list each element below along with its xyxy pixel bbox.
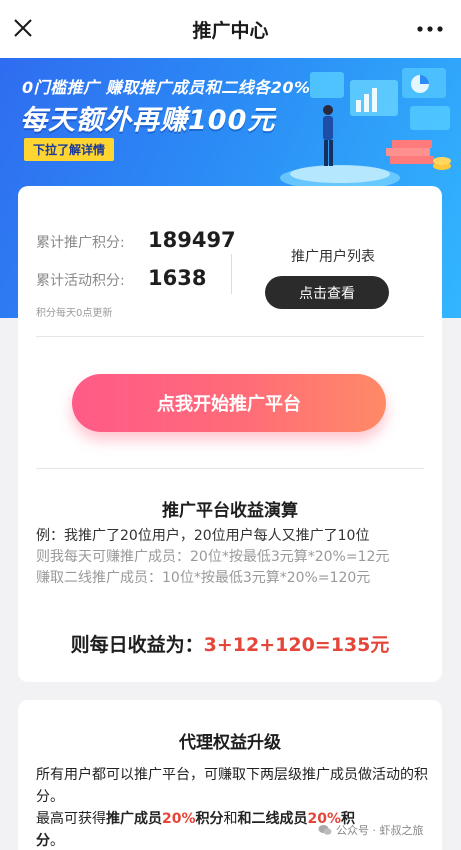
- calc-example-line: 例：我推广了20位用户，20位用户每人又推广了10位: [36, 528, 370, 544]
- start-promotion-button[interactable]: 点我开始推广平台: [72, 374, 386, 432]
- points-stats: 累计推广积分: 189497 累计活动积分: 1638: [36, 228, 236, 304]
- total-promo-points-label: 累计推广积分:: [36, 235, 125, 251]
- stats-divider: [231, 254, 232, 294]
- daily-earnings-total: 则每日收益为：3+12+120=135元: [18, 630, 442, 657]
- agent-paragraph-1: 所有用户都可以推广平台，可赚取下两层级推广成员做活动的积分。: [36, 767, 428, 805]
- p2-bold: 分: [36, 833, 50, 849]
- p2-bold: 积分: [195, 811, 224, 827]
- total-label: 则每日收益为：: [70, 634, 204, 656]
- earnings-calc-text: 例：我推广了20位用户，20位用户每人又推广了10位 则我每天可赚推广成员：20…: [36, 526, 428, 589]
- page-title: 推广中心: [192, 19, 269, 42]
- p2-text: 。: [50, 833, 64, 849]
- p2-bold: 推广成员: [106, 811, 162, 827]
- top-nav-bar: 推广中心: [0, 0, 461, 58]
- points-update-note: 积分每天0点更新: [36, 308, 113, 319]
- p2-text: 和: [223, 811, 238, 827]
- promotion-card: 累计推广积分: 189497 累计活动积分: 1638 积分每天0点更新 推广用…: [18, 186, 442, 682]
- total-activity-points-value: 1638: [148, 266, 207, 290]
- watermark-text: 公众号 · 虾叔之旅: [336, 824, 424, 837]
- total-promo-points-value: 189497: [148, 228, 236, 252]
- more-icon[interactable]: [417, 26, 443, 32]
- total-value: 3+12+120=135元: [203, 634, 390, 656]
- view-users-button[interactable]: 点击查看: [265, 276, 389, 309]
- calc-second-level-line: 赚取二线推广成员：10位*按最低3元算*20%=120元: [36, 570, 371, 586]
- divider: [36, 468, 424, 469]
- close-icon[interactable]: [12, 17, 34, 39]
- banner-headline: 每天额外再赚100元: [20, 105, 276, 136]
- banner-detail-pill[interactable]: 下拉了解详情: [24, 138, 115, 161]
- p2-percent: 20%: [162, 811, 196, 827]
- calc-first-level-line: 则我每天可赚推广成员：20位*按最低3元算*20%=12元: [36, 549, 390, 565]
- promo-users-list-title: 推广用户列表: [291, 249, 375, 265]
- watermark: 公众号 · 虾叔之旅: [318, 822, 424, 838]
- wechat-icon: [318, 825, 332, 835]
- banner-subtitle: 0门槛推广 赚取推广成员和二线各20%: [22, 78, 311, 97]
- banner-illustration: [280, 68, 451, 188]
- agent-upgrade-title: 代理权益升级: [179, 733, 281, 753]
- divider: [36, 336, 424, 337]
- earnings-calc-title: 推广平台收益演算: [162, 501, 298, 521]
- p2-text: 最高可获得: [36, 811, 106, 827]
- total-activity-points-label: 累计活动积分:: [36, 273, 125, 289]
- p2-bold: 和二线成员: [237, 811, 308, 827]
